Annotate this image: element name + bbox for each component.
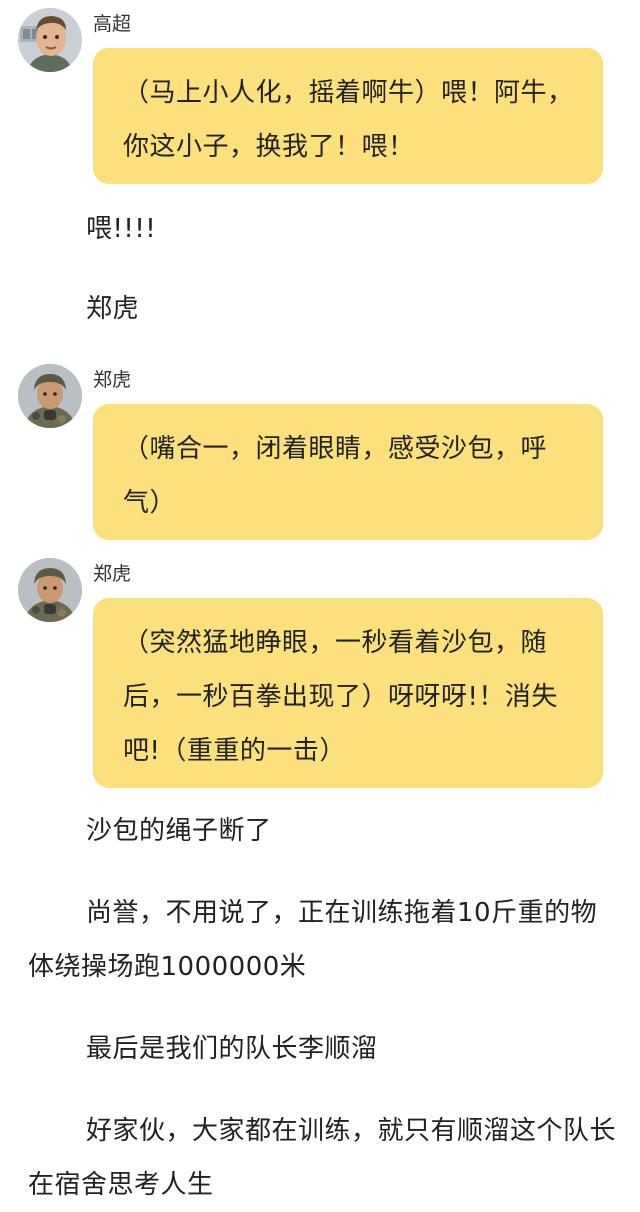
soldier-avatar-icon[interactable]	[18, 364, 82, 428]
narration-text: 沙包的绳子断了	[86, 816, 272, 846]
narration-text: 好家伙，大家都在训练，就只有顺溜这个队长在宿舍思考人生	[28, 1116, 617, 1200]
sender-name: 郑虎	[93, 563, 132, 585]
narration-text: 最后是我们的队长李顺溜	[86, 1034, 378, 1064]
sender-name: 郑虎	[93, 369, 132, 391]
message-bubble: （嘴合一，闭着眼睛，感受沙包，呼气）	[93, 404, 603, 540]
narration-text: 郑虎	[86, 294, 140, 324]
message-bubble: （马上小人化，摇着啊牛）喂！阿牛，你这小子，换我了！喂！	[93, 48, 603, 184]
sender-name: 高超	[93, 13, 132, 35]
narration-text: 尚誉，不用说了，正在训练拖着10斤重的物体绕操场跑1000000米	[28, 898, 598, 982]
soldier-avatar-icon[interactable]	[18, 558, 82, 622]
cartoon-boy-avatar-icon[interactable]	[18, 8, 82, 72]
message-bubble: （突然猛地睁眼，一秒看着沙包，随后，一秒百拳出现了）呀呀呀!！消失吧!（重重的一…	[93, 598, 603, 788]
narration-text: 喂!!!!	[86, 214, 157, 244]
